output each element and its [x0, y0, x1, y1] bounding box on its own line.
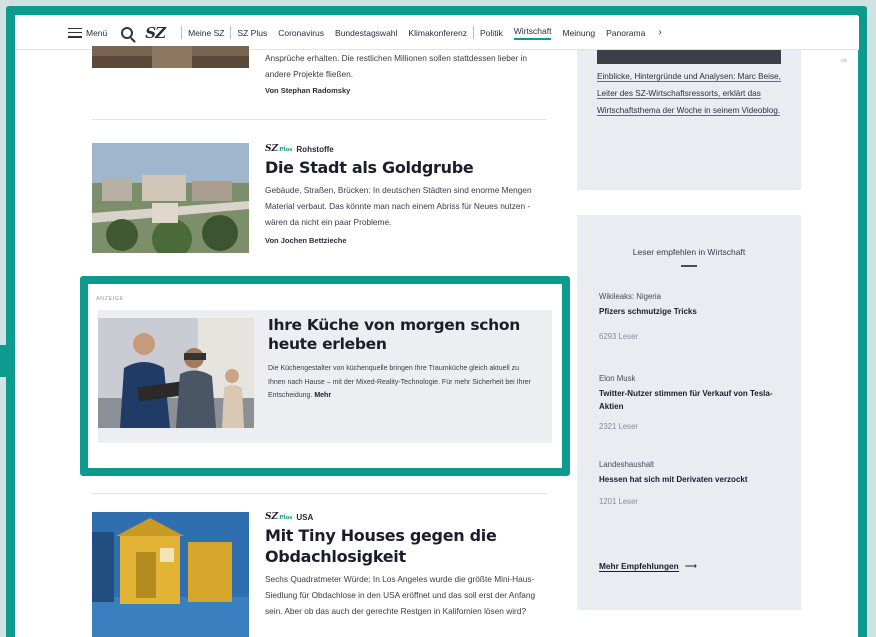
recommendation-item[interactable]: Wikileaks: Nigeria Pfizers schmutzige Tr… [599, 292, 789, 341]
sz-plus-badge: SZPlus [265, 512, 293, 522]
nav-link-klimakonferenz[interactable]: Klimakonferenz [408, 28, 467, 38]
ad-body: Ihre Küche von morgen schon heute erlebe… [268, 316, 538, 403]
ad-label: ANZEIGE [96, 296, 124, 302]
nav-link-meine-sz[interactable]: Meine SZ [188, 28, 224, 38]
article-body: SZPlus USA Mit Tiny Houses gegen die Obd… [265, 512, 547, 619]
recommendation-item[interactable]: Elon Musk Twitter-Nutzer stimmen für Ver… [599, 374, 789, 431]
video-blog-image[interactable] [597, 50, 781, 64]
article-author: Von Jochen Bettzieche [265, 236, 347, 245]
article-teaser-text: Ansprüche erhalten. Die restlichen Milli… [265, 53, 527, 79]
nav-link-wirtschaft[interactable]: Wirtschaft [513, 26, 552, 40]
nav-link-sz-plus[interactable]: SZ Plus [237, 28, 267, 38]
sz-plus-badge: SZPlus [265, 144, 293, 154]
nav-link-meinung[interactable]: Meinung [562, 28, 595, 38]
recommendation-count: 1201 Leser [599, 497, 639, 506]
article-author: Von Stephan Radomsky [265, 86, 351, 95]
article-kicker: SZPlus Rohstoffe [265, 144, 547, 154]
article-divider [92, 493, 547, 494]
article-headline[interactable]: Mit Tiny Houses gegen die Obdachlosigkei… [265, 525, 547, 567]
ad-more-link[interactable]: Mehr [314, 392, 331, 399]
search-icon[interactable] [121, 26, 134, 39]
recommendation-headline[interactable]: Hessen hat sich mit Derivaten verzockt [599, 473, 789, 486]
arrow-right-icon: ⟶ [684, 561, 697, 571]
article-teaser-text: Gebäude, Straßen, Brücken: In deutschen … [265, 185, 532, 227]
ad-image[interactable] [98, 318, 254, 428]
sz-logo[interactable]: SZ [145, 24, 166, 42]
recommendation-headline[interactable]: Pfizers schmutzige Tricks [599, 305, 789, 318]
article-image[interactable] [92, 46, 249, 68]
article-image[interactable] [92, 512, 249, 637]
edge-text: nä [841, 58, 847, 64]
article-kicker-text: USA [296, 512, 314, 522]
nav-separator [181, 26, 183, 39]
menu-button[interactable]: Menü [86, 28, 107, 38]
nav-scroll-right-icon[interactable]: › [658, 27, 661, 38]
nav-separator [230, 26, 232, 39]
recommendations-header: Leser empfehlen in Wirtschaft [577, 247, 801, 267]
recommendation-headline[interactable]: Twitter-Nutzer stimmen für Verkauf von T… [599, 387, 789, 413]
nav-link-politik[interactable]: Politik [480, 28, 503, 38]
recommendations-rule [681, 265, 697, 267]
recommendation-count: 2321 Leser [599, 422, 639, 431]
article-headline[interactable]: Die Stadt als Goldgrube [265, 157, 547, 178]
more-recommendations-label: Mehr Empfehlungen [599, 561, 679, 572]
ad-card[interactable]: Ihre Küche von morgen schon heute erlebe… [98, 310, 552, 443]
recommendations-title: Leser empfehlen in Wirtschaft [632, 247, 746, 257]
recommendation-kicker: Elon Musk [599, 374, 636, 383]
recommendation-kicker: Wikileaks: Nigeria [599, 292, 661, 301]
screenshot-frame: Menü SZ Meine SZ SZ Plus Coronavirus Bun… [0, 0, 876, 637]
article-divider [92, 119, 547, 120]
article-body: SZPlus Rohstoffe Die Stadt als Goldgrube… [265, 144, 547, 245]
video-blog-text[interactable]: Einblicke, Hintergründe und Analysen: Ma… [597, 68, 793, 119]
nav-link-coronavirus[interactable]: Coronavirus [278, 28, 324, 38]
recommendation-kicker: Landeshaushalt [599, 460, 655, 469]
recommendation-item[interactable]: Landeshaushalt Hessen hat sich mit Deriv… [599, 460, 789, 506]
recommendation-count: 6293 Leser [599, 332, 639, 341]
nav-link-panorama[interactable]: Panorama [606, 28, 645, 38]
top-navigation: Menü SZ Meine SZ SZ Plus Coronavirus Bun… [16, 16, 859, 50]
hamburger-menu-icon[interactable] [68, 27, 82, 38]
article-kicker: SZPlus USA [265, 512, 547, 522]
article-kicker-text: Rohstoffe [296, 144, 334, 154]
article-image[interactable] [92, 143, 249, 253]
recommendations-box: Leser empfehlen in Wirtschaft Wikileaks:… [577, 215, 801, 610]
article-body: Ansprüche erhalten. Die restlichen Milli… [265, 50, 547, 95]
ad-highlight-box: ANZEIGE Ihre Küche von morgen schon heut… [80, 276, 570, 476]
article-teaser-text: Sechs Quadratmeter Würde: In Los Angeles… [265, 574, 536, 616]
ad-teaser: Die Küchengestalter von küchenquelle bri… [268, 362, 538, 403]
video-blog-box[interactable]: Einblicke, Hintergründe und Analysen: Ma… [577, 50, 801, 190]
nav-link-bundestagswahl[interactable]: Bundestagswahl [335, 28, 397, 38]
more-recommendations-link[interactable]: Mehr Empfehlungen ⟶ [599, 561, 697, 572]
nav-separator [473, 26, 475, 39]
ad-teaser-text: Die Küchengestalter von küchenquelle bri… [268, 365, 532, 399]
ad-headline[interactable]: Ihre Küche von morgen schon heute erlebe… [268, 316, 538, 354]
